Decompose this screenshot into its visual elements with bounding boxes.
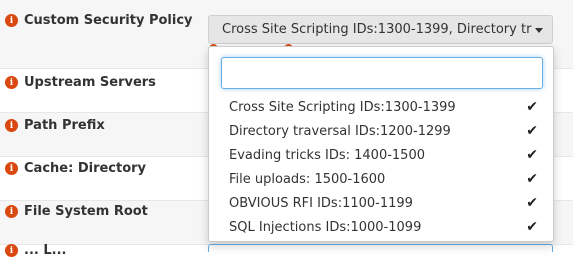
check-icon: ✔	[526, 171, 538, 187]
security-policy-select[interactable]: Cross Site Scripting IDs:1300-1399, Dire…	[208, 15, 553, 44]
security-policy-dropdown: Cross Site Scripting IDs:1300-1399 ✔ Dir…	[208, 46, 554, 242]
info-icon[interactable]: i	[5, 14, 18, 27]
label-text: Custom Security Policy	[24, 13, 193, 28]
label-text: File System Root	[24, 204, 148, 219]
check-icon: ✔	[526, 147, 538, 163]
info-icon[interactable]: i	[5, 244, 18, 257]
option-label: OBVIOUS RFI IDs:1100-1199	[229, 195, 413, 211]
option-evading-tricks[interactable]: Evading tricks IDs: 1400-1500 ✔	[209, 143, 553, 167]
label-text: Cache: Directory	[24, 161, 147, 176]
check-icon: ✔	[526, 123, 538, 139]
option-label: SQL Injections IDs:1000-1099	[229, 219, 422, 235]
info-icon[interactable]: i	[5, 119, 18, 132]
check-icon: ✔	[526, 99, 538, 115]
option-label: Evading tricks IDs: 1400-1500	[229, 147, 425, 163]
field-label-upstream-servers: i Upstream Servers	[5, 75, 156, 90]
field-label-cache-directory: i Cache: Directory	[5, 161, 146, 176]
info-icon[interactable]: i	[5, 162, 18, 175]
option-directory-traversal[interactable]: Directory traversal IDs:1200-1299 ✔	[209, 119, 553, 143]
option-sql-injections[interactable]: SQL Injections IDs:1000-1099 ✔	[209, 215, 553, 239]
field-label-path-prefix: i Path Prefix	[5, 118, 105, 133]
check-icon: ✔	[526, 219, 538, 235]
info-icon[interactable]: i	[5, 76, 18, 89]
label-text: Path Prefix	[24, 118, 105, 133]
option-label: Cross Site Scripting IDs:1300-1399	[229, 99, 456, 115]
label-text: ... L...	[24, 243, 67, 258]
select-value: Cross Site Scripting IDs:1300-1399, Dire…	[222, 22, 532, 37]
field-label-partial: i ... L...	[5, 243, 66, 258]
caret-down-icon	[535, 28, 543, 33]
info-icon[interactable]: i	[5, 205, 18, 218]
field-label-file-system-root: i File System Root	[5, 204, 148, 219]
label-text: Upstream Servers	[24, 75, 156, 90]
field-label-custom-security-policy: i Custom Security Policy	[5, 13, 193, 28]
dropdown-options: Cross Site Scripting IDs:1300-1399 ✔ Dir…	[209, 95, 553, 239]
option-cross-site-scripting[interactable]: Cross Site Scripting IDs:1300-1399 ✔	[209, 95, 553, 119]
option-obvious-rfi[interactable]: OBVIOUS RFI IDs:1100-1199 ✔	[209, 191, 553, 215]
option-label: Directory traversal IDs:1200-1299	[229, 123, 451, 139]
dropdown-search-input[interactable]	[221, 57, 543, 89]
option-file-uploads[interactable]: File uploads: 1500-1600 ✔	[209, 167, 553, 191]
next-field-input[interactable]	[208, 244, 553, 252]
option-label: File uploads: 1500-1600	[229, 171, 386, 187]
check-icon: ✔	[526, 195, 538, 211]
